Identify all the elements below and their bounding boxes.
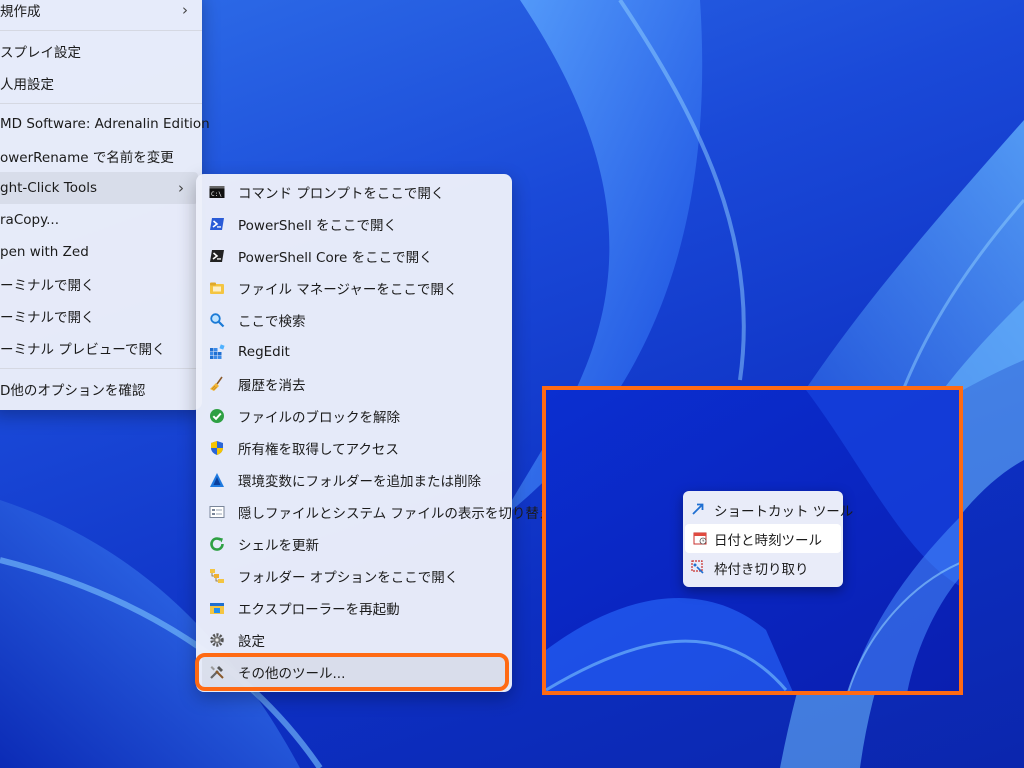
env-var-icon <box>210 473 224 487</box>
menu-item-show-more-options[interactable]: D他のオプションを確認 <box>0 373 202 405</box>
menu-item-label: ght-Click Tools <box>0 180 98 196</box>
explorer-restart-icon <box>210 603 224 614</box>
menu-separator <box>0 30 202 31</box>
submenu-item-powershell-core[interactable]: PowerShell Core をここで開く <box>196 240 512 272</box>
cmd-icon: C:\ <box>209 186 225 198</box>
folder-options-icon <box>210 569 224 583</box>
crop-icon <box>691 560 704 574</box>
tools-item-shortcut-tools[interactable]: ショートカット ツール <box>683 495 853 524</box>
inset-preview: ショートカット ツール 日付と時刻ツール 枠付き切り取り <box>542 386 963 695</box>
check-icon <box>210 409 224 423</box>
menu-item-display-settings[interactable]: スプレイ設定 <box>0 35 202 67</box>
menu-item-open-with-zed[interactable]: pen with Zed <box>0 236 202 268</box>
refresh-icon <box>210 537 224 551</box>
submenu-item-search-here[interactable]: ここで検索 <box>196 304 512 336</box>
menu-item-label: ーミナルで開く <box>0 278 95 294</box>
more-tools-menu: ショートカット ツール 日付と時刻ツール 枠付き切り取り <box>683 491 853 587</box>
submenu-item-label: シェルを更新 <box>238 538 319 554</box>
submenu-item-label: 所有権を取得してアクセス <box>238 442 399 458</box>
submenu-item-label: エクスプローラーを再起動 <box>238 602 400 618</box>
submenu-item-label: PowerShell をここで開く <box>238 218 398 234</box>
submenu-item-toggle-hidden[interactable]: 隠しファイルとシステム ファイルの表示を切り替え <box>196 496 552 528</box>
menu-item-label: 人用設定 <box>0 77 54 93</box>
submenu-item-label: RegEdit <box>238 344 290 360</box>
regedit-icon <box>210 344 225 359</box>
submenu-item-restart-explorer[interactable]: エクスプローラーを再起動 <box>196 592 512 624</box>
menu-item-new[interactable]: 規作成 › <box>0 0 202 26</box>
file-manager-icon <box>210 282 224 294</box>
menu-item-open-terminal-2[interactable]: ーミナルで開く <box>0 300 202 332</box>
submenu-item-label: ファイル マネージャーをここで開く <box>238 282 458 298</box>
menu-item-right-click-tools[interactable]: ght-Click Tools › <box>0 172 198 204</box>
submenu-item-file-manager[interactable]: ファイル マネージャーをここで開く <box>196 272 512 304</box>
submenu-item-label: PowerShell Core をここで開く <box>238 250 433 266</box>
highlight-outline <box>195 653 509 691</box>
submenu-item-powershell[interactable]: PowerShell をここで開く <box>196 208 512 240</box>
hidden-files-icon <box>209 506 225 518</box>
menu-item-label: MD Software: Adrenalin Edition <box>0 116 210 132</box>
submenu-item-take-ownership[interactable]: 所有権を取得してアクセス <box>196 432 512 464</box>
shield-icon <box>211 441 223 455</box>
tools-item-label: 日付と時刻ツール <box>714 532 822 549</box>
menu-item-amd-software[interactable]: MD Software: Adrenalin Edition <box>0 108 210 140</box>
menu-item-label: D他のオプションを確認 <box>0 383 146 399</box>
menu-item-powerrename[interactable]: owerRename で名前を変更 <box>0 140 202 172</box>
menu-item-teracopy[interactable]: raCopy... <box>0 204 202 236</box>
submenu-item-unblock-files[interactable]: ファイルのブロックを解除 <box>196 400 512 432</box>
menu-item-label: ーミナルで開く <box>0 310 95 326</box>
submenu-item-refresh-shell[interactable]: シェルを更新 <box>196 528 512 560</box>
gear-icon <box>210 633 224 647</box>
context-menu: 規作成 › スプレイ設定 人用設定 MD Software: Adrenalin… <box>0 0 210 410</box>
menu-item-label: スプレイ設定 <box>0 45 81 61</box>
shortcut-arrow-icon <box>692 503 704 515</box>
submenu-item-clear-history[interactable]: 履歴を消去 <box>196 368 512 400</box>
submenu-item-label: フォルダー オプションをここで開く <box>238 570 459 586</box>
submenu-item-label: 履歴を消去 <box>238 378 306 394</box>
menu-item-label: owerRename で名前を変更 <box>0 150 174 166</box>
tools-item-datetime-tools[interactable]: 日付と時刻ツール <box>685 524 841 553</box>
submenu-item-label: 設定 <box>238 634 265 650</box>
calendar-icon <box>693 532 707 545</box>
tools-item-framed-crop[interactable]: 枠付き切り取り <box>683 553 843 582</box>
svg-text:C:\: C:\ <box>211 191 222 198</box>
submenu-item-label: コマンド プロンプトをここで開く <box>238 186 445 202</box>
submenu-item-label: 隠しファイルとシステム ファイルの表示を切り替え <box>238 506 553 522</box>
submenu-item-settings[interactable]: 設定 <box>196 624 512 656</box>
menu-separator <box>0 103 202 104</box>
menu-item-label: raCopy... <box>0 212 60 228</box>
tools-item-label: 枠付き切り取り <box>714 561 809 578</box>
right-click-tools-submenu: C:\ コマンド プロンプトをここで開く PowerShell をここで開く P… <box>196 174 552 692</box>
menu-item-label: pen with Zed <box>0 244 89 260</box>
menu-item-label: ーミナル プレビューで開く <box>0 342 166 358</box>
submenu-item-label: ファイルのブロックを解除 <box>238 410 400 426</box>
submenu-item-regedit[interactable]: RegEdit <box>196 336 512 368</box>
menu-item-open-terminal[interactable]: ーミナルで開く <box>0 268 202 300</box>
menu-item-label: 規作成 <box>0 4 41 20</box>
powershell-core-icon <box>210 250 224 262</box>
menu-item-open-terminal-preview[interactable]: ーミナル プレビューで開く <box>0 332 202 364</box>
submenu-item-folder-options[interactable]: フォルダー オプションをここで開く <box>196 560 512 592</box>
tools-item-label: ショートカット ツール <box>714 503 854 520</box>
powershell-icon <box>210 218 224 230</box>
submenu-item-env-path[interactable]: 環境変数にフォルダーを追加または削除 <box>196 464 512 496</box>
submenu-item-label: 環境変数にフォルダーを追加または削除 <box>238 474 481 490</box>
chevron-right-icon: › <box>178 179 184 197</box>
submenu-item-label: ここで検索 <box>238 314 306 330</box>
menu-separator <box>0 368 202 369</box>
chevron-right-icon: › <box>182 1 188 19</box>
submenu-item-cmd[interactable]: C:\ コマンド プロンプトをここで開く <box>196 176 512 208</box>
search-icon <box>210 313 225 328</box>
menu-item-personalize[interactable]: 人用設定 <box>0 67 202 99</box>
broom-icon <box>210 376 223 391</box>
